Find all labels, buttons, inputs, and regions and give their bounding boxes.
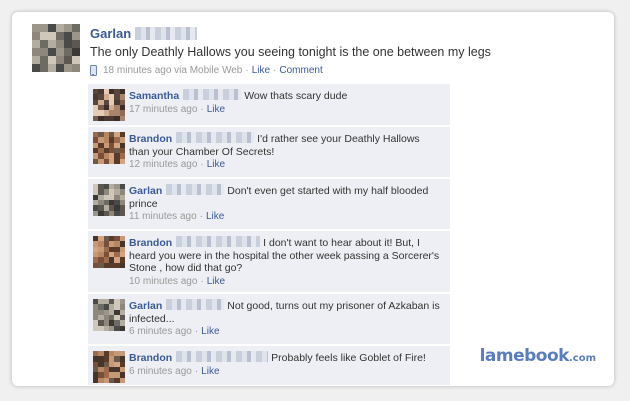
watermark-tld: .com	[568, 353, 596, 364]
blurred-surname	[166, 184, 225, 195]
comment-item: Brandon I'd rather see your Deathly Hallo…	[88, 127, 450, 178]
post-author-line: Garlan	[90, 26, 200, 41]
separator: ·	[245, 65, 249, 76]
blurred-surname	[176, 351, 269, 362]
avatar[interactable]	[93, 132, 125, 164]
comment-item: Samantha Wow thats scary dude 17 minutes …	[88, 84, 450, 126]
avatar[interactable]	[93, 184, 125, 216]
blurred-surname	[176, 132, 255, 143]
comment-body: Samantha Wow thats scary dude 17 minutes …	[129, 89, 442, 116]
comment-link[interactable]: Comment	[279, 65, 322, 76]
avatar[interactable]	[93, 89, 125, 121]
comment-body: Garlan Not good, turns out my prisoner of…	[129, 299, 442, 339]
comment-meta: 17 minutes ago · Like	[129, 104, 442, 117]
post-timestamp: 18 minutes ago via Mobile Web	[103, 65, 243, 76]
blurred-surname	[183, 89, 242, 100]
avatar[interactable]	[93, 299, 125, 331]
post-meta: 18 minutes ago via Mobile Web · Like · C…	[90, 65, 323, 76]
watermark-name: lamebook	[479, 346, 570, 366]
comment-text: I'd rather see your Deathly Hallows than…	[129, 133, 420, 158]
comment-body: Brandon I don't want to hear about it! Bu…	[129, 236, 442, 288]
comment-meta: 12 minutes ago · Like	[129, 159, 442, 172]
like-link[interactable]: Like	[207, 276, 225, 287]
blurred-surname	[166, 299, 225, 310]
lamebook-watermark: lamebook.com	[480, 346, 596, 366]
comment-body: Garlan Don't even get started with my hal…	[129, 184, 442, 224]
comment-item: Garlan Don't even get started with my hal…	[88, 179, 450, 230]
post-author-name[interactable]: Garlan	[90, 26, 131, 41]
avatar[interactable]	[93, 351, 125, 383]
story-card: Garlan The only Deathly Hallows you seei…	[12, 12, 614, 386]
comment-author[interactable]: Brandon	[129, 352, 172, 364]
like-link[interactable]: Like	[207, 159, 225, 170]
comment-author[interactable]: Samantha	[129, 90, 179, 102]
avatar[interactable]	[93, 236, 125, 268]
comment-meta: 11 minutes ago · Like	[129, 211, 442, 224]
separator: ·	[200, 103, 204, 115]
mobile-phone-icon	[90, 65, 97, 76]
separator: ·	[199, 211, 203, 222]
comment-timestamp: 6 minutes ago	[129, 326, 192, 337]
like-link[interactable]: Like	[207, 104, 225, 115]
comment-text: Wow thats scary dude	[244, 90, 348, 102]
comment-item: Brandon I don't want to hear about it! Bu…	[88, 231, 450, 293]
comment-meta: 10 minutes ago · Like	[129, 276, 442, 289]
comment-meta: 6 minutes ago · Like	[129, 366, 442, 379]
comment-timestamp: 10 minutes ago	[129, 275, 198, 287]
comment-body: Brandon Probably feels like Goblet of Fir…	[129, 351, 442, 378]
comment-author[interactable]: Garlan	[129, 185, 162, 197]
like-link[interactable]: Like	[201, 326, 219, 337]
comment-timestamp: 12 minutes ago	[129, 159, 198, 170]
separator: ·	[200, 275, 204, 287]
like-link[interactable]: Like	[201, 366, 219, 377]
avatar[interactable]	[32, 24, 80, 72]
comment-author[interactable]: Garlan	[129, 300, 162, 312]
blurred-surname	[176, 236, 261, 247]
comment-author[interactable]: Brandon	[129, 133, 172, 145]
comment-meta: 6 minutes ago · Like	[129, 326, 442, 339]
comment-author[interactable]: Brandon	[129, 237, 172, 249]
like-link[interactable]: Like	[206, 211, 224, 222]
post-text: The only Deathly Hallows you seeing toni…	[90, 45, 491, 59]
comment-text: Probably feels like Goblet of Fire!	[271, 352, 426, 364]
separator: ·	[200, 159, 204, 170]
comment-timestamp: 11 minutes ago	[129, 211, 197, 222]
comment-timestamp: 6 minutes ago	[129, 365, 192, 377]
comment-item: Garlan Not good, turns out my prisoner of…	[88, 294, 450, 345]
separator: ·	[273, 65, 277, 76]
comment-item: Brandon Probably feels like Goblet of Fir…	[88, 346, 450, 386]
separator: ·	[194, 365, 199, 377]
blurred-surname	[135, 27, 198, 40]
comment-body: Brandon I'd rather see your Deathly Hallo…	[129, 132, 442, 172]
separator: ·	[194, 326, 199, 337]
comment-timestamp: 17 minutes ago	[129, 103, 198, 115]
like-link[interactable]: Like	[252, 65, 270, 76]
